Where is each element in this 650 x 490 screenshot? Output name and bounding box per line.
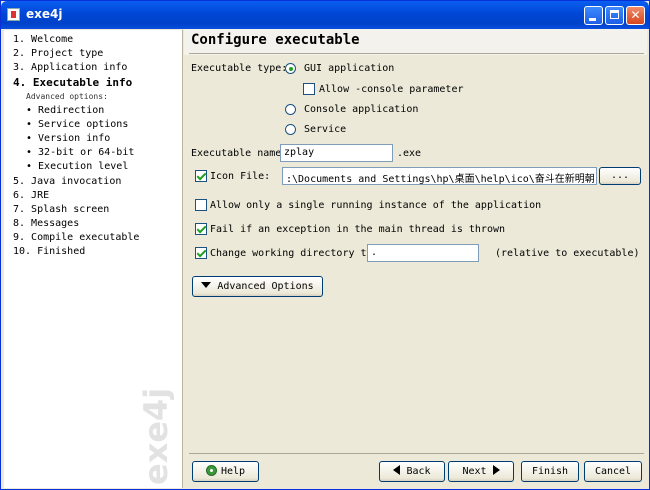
icon-file-checkbox[interactable]: [195, 170, 207, 182]
app-icon: [7, 8, 20, 21]
title-bar[interactable]: exe4j ✕: [1, 1, 649, 29]
exe-suffix: .exe: [397, 148, 422, 159]
executable-name-input[interactable]: zplay: [280, 144, 393, 162]
wizard-steps-sidebar: 1. Welcome 2. Project type 3. Applicatio…: [4, 30, 183, 488]
console-application-label[interactable]: Console application: [304, 104, 418, 115]
step-finished: 10. Finished: [13, 246, 86, 257]
back-label: Back: [406, 466, 431, 477]
service-label[interactable]: Service: [304, 124, 346, 135]
arrow-right-icon: [492, 465, 500, 475]
change-directory-checkbox[interactable]: [195, 247, 207, 259]
substep-redirection: • Redirection: [26, 105, 105, 116]
help-button[interactable]: Help: [192, 461, 259, 482]
icon-file-label[interactable]: Icon File:: [210, 171, 270, 182]
finish-button[interactable]: Finish: [521, 461, 579, 482]
minimize-button[interactable]: [584, 6, 603, 25]
step-application-info: 3. Application info: [13, 62, 128, 73]
page-title: Configure executable: [191, 32, 360, 48]
maximize-button[interactable]: [605, 6, 624, 25]
working-directory-input[interactable]: .: [367, 244, 479, 262]
advanced-options-heading: Advanced options:: [26, 92, 108, 101]
change-directory-label[interactable]: Change working directory to:: [210, 248, 379, 259]
fail-exception-checkbox[interactable]: [195, 223, 207, 235]
heading-divider: [189, 53, 644, 54]
next-label: Next: [462, 466, 487, 477]
icon-file-input[interactable]: :\Documents and Settings\hp\桌面\help\ico\…: [282, 167, 597, 185]
executable-type-label: Executable type:: [191, 63, 288, 74]
substep-32-or-64-bit: • 32-bit or 64-bit: [26, 147, 135, 158]
next-button[interactable]: Next: [448, 461, 514, 482]
step-messages: 8. Messages: [13, 218, 80, 229]
step-splash-screen: 7. Splash screen: [13, 204, 110, 215]
exe4j-window: exe4j ✕ 1. Welcome 2. Project type 3. Ap…: [0, 0, 650, 490]
advanced-options-button[interactable]: Advanced Options: [192, 276, 323, 297]
fail-exception-label[interactable]: Fail if an exception in the main thread …: [210, 224, 505, 235]
substep-version-info: • Version info: [26, 133, 111, 144]
executable-name-label: Executable name:: [191, 148, 288, 159]
step-jre: 6. JRE: [13, 190, 50, 201]
cancel-button[interactable]: Cancel: [584, 461, 642, 482]
window-title: exe4j: [26, 7, 63, 21]
help-icon: [205, 465, 217, 476]
close-button[interactable]: ✕: [626, 6, 645, 25]
step-welcome: 1. Welcome: [13, 34, 74, 45]
step-compile-executable: 9. Compile executable: [13, 232, 140, 243]
step-java-invocation: 5. Java invocation: [13, 176, 122, 187]
substep-service-options: • Service options: [26, 119, 129, 130]
gui-application-label[interactable]: GUI application: [304, 63, 394, 74]
chevron-down-icon: [201, 282, 212, 288]
exe4j-watermark: exe4j: [137, 387, 175, 485]
allow-console-checkbox[interactable]: [303, 83, 315, 95]
footer-divider: [189, 453, 644, 454]
service-radio[interactable]: [285, 124, 296, 135]
console-application-radio[interactable]: [285, 104, 296, 115]
advanced-options-label: Advanced Options: [217, 281, 314, 292]
gui-application-radio[interactable]: [285, 63, 296, 74]
substep-execution-level: • Execution level: [26, 161, 129, 172]
allow-console-label[interactable]: Allow -console parameter: [319, 84, 464, 95]
help-label: Help: [220, 466, 246, 477]
single-instance-label[interactable]: Allow only a single running instance of …: [210, 200, 541, 211]
step-project-type: 2. Project type: [13, 48, 104, 59]
step-executable-info: 4. Executable info: [13, 76, 133, 89]
relative-note: (relative to executable): [495, 248, 640, 259]
browse-icon-button[interactable]: ...: [599, 167, 641, 185]
arrow-left-icon: [393, 465, 401, 475]
single-instance-checkbox[interactable]: [195, 199, 207, 211]
back-button[interactable]: Back: [379, 461, 445, 482]
